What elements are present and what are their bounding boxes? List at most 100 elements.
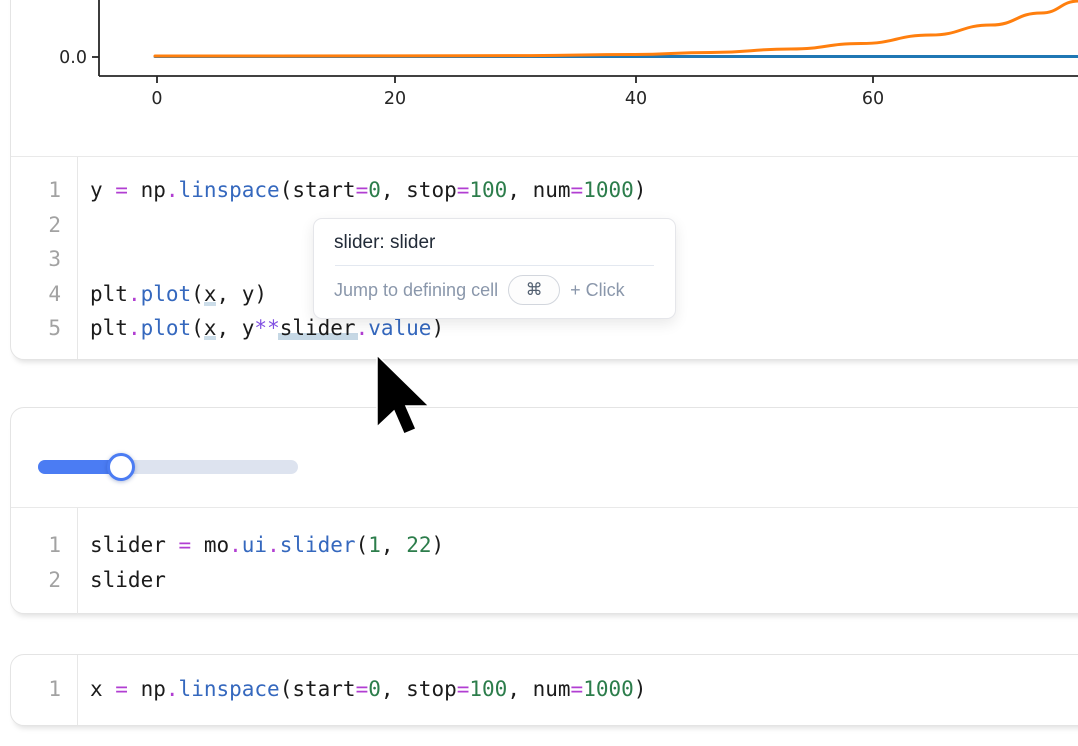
- cell2-editor[interactable]: 1slider = mo.ui.slider(1, 22)2slider: [11, 507, 1078, 614]
- code-token: , y: [216, 316, 254, 340]
- code-token: .: [229, 533, 242, 557]
- code-token: ): [431, 533, 444, 557]
- code-token: 0: [368, 178, 381, 202]
- code-token: ui: [242, 533, 267, 557]
- cell1-output-area: 0.0 0 20 40 60: [11, 0, 1078, 156]
- code-token: 1000: [583, 178, 634, 202]
- code-token: =: [571, 178, 584, 202]
- code-token: =: [571, 677, 584, 701]
- variable-tooltip: slider: slider Jump to defining cell ⌘ +…: [313, 218, 676, 319]
- svg-text:0: 0: [151, 89, 162, 109]
- code-token: 100: [469, 178, 507, 202]
- code-text[interactable]: x = np.linspace(start=0, stop=100, num=1…: [77, 672, 646, 707]
- code-text[interactable]: y = np.linspace(start=0, stop=100, num=1…: [77, 173, 646, 208]
- code-token: ,: [381, 533, 406, 557]
- code-text[interactable]: slider: [77, 563, 166, 598]
- code-token: np: [128, 677, 166, 701]
- code-token: plot: [141, 282, 192, 306]
- code-token: linspace: [179, 178, 280, 202]
- code-token: 1000: [583, 677, 634, 701]
- code-token: ): [634, 178, 647, 202]
- code-token: slider: [280, 533, 356, 557]
- matplotlib-figure: 0.0 0 20 40 60: [11, 0, 1078, 114]
- code-token: (start: [280, 677, 356, 701]
- code-token: **: [254, 316, 279, 340]
- code-token: 0: [368, 677, 381, 701]
- line-number: 3: [11, 242, 77, 277]
- code-line[interactable]: 1x = np.linspace(start=0, stop=100, num=…: [11, 672, 1078, 707]
- code-token[interactable]: x: [204, 316, 217, 340]
- cell3-editor[interactable]: 1x = np.linspace(start=0, stop=100, num=…: [11, 655, 1078, 725]
- code-token: (: [191, 282, 204, 306]
- hovered-variable-token[interactable]: slider: [278, 316, 358, 340]
- code-token: (: [356, 533, 369, 557]
- code-text[interactable]: [77, 208, 90, 243]
- code-token: linspace: [179, 677, 280, 701]
- code-token: =: [356, 677, 369, 701]
- cell-card-x: 1x = np.linspace(start=0, stop=100, num=…: [10, 654, 1078, 726]
- code-token: plot: [141, 316, 192, 340]
- code-token: .: [166, 178, 179, 202]
- tooltip-variable-name: slider: slider: [314, 219, 675, 265]
- code-token: ): [431, 316, 444, 340]
- slider-handle[interactable]: [107, 453, 135, 481]
- code-line[interactable]: 2 slider: [11, 563, 1078, 598]
- code-token: , stop: [381, 178, 457, 202]
- code-token: , y): [216, 282, 267, 306]
- code-token: , stop: [381, 677, 457, 701]
- code-token: .: [166, 677, 179, 701]
- code-token[interactable]: x: [204, 282, 217, 306]
- cmd-key-badge: ⌘: [508, 275, 560, 305]
- tooltip-jump-hint: Jump to defining cell ⌘ + Click: [314, 266, 675, 318]
- tooltip-click-label: + Click: [570, 280, 625, 301]
- code-token: plt: [90, 282, 128, 306]
- code-token: .: [128, 316, 141, 340]
- code-token: .: [356, 316, 369, 340]
- code-token: value: [368, 316, 431, 340]
- line-number: 4: [11, 277, 77, 312]
- code-token: slider: [90, 568, 166, 592]
- code-token: 100: [469, 677, 507, 701]
- cell-card-slider: 1slider = mo.ui.slider(1, 22)2slider: [10, 407, 1078, 614]
- code-text[interactable]: plt.plot(x, y): [77, 277, 267, 312]
- line-number: 5: [11, 311, 77, 346]
- code-token: slider: [90, 533, 179, 557]
- code-token: .: [128, 282, 141, 306]
- code-text[interactable]: slider = mo.ui.slider(1, 22): [77, 528, 444, 563]
- code-token: 1: [368, 533, 381, 557]
- code-token: ): [634, 677, 647, 701]
- svg-text:0.0: 0.0: [59, 48, 87, 68]
- slider-track[interactable]: [38, 460, 298, 474]
- slider-widget[interactable]: [38, 453, 298, 481]
- code-line[interactable]: 1slider = mo.ui.slider(1, 22): [11, 528, 1078, 563]
- code-token: 22: [406, 533, 431, 557]
- line-number: 1: [11, 173, 77, 208]
- code-token: =: [356, 178, 369, 202]
- svg-text:40: 40: [625, 89, 647, 109]
- code-line[interactable]: 1y = np.linspace(start=0, stop=100, num=…: [11, 173, 1078, 208]
- svg-text:20: 20: [384, 89, 406, 109]
- tooltip-action-label: Jump to defining cell: [334, 280, 498, 301]
- code-token: y: [90, 178, 115, 202]
- line-number: 1: [11, 528, 77, 563]
- notebook-page: 0.00204060 1y = np.linspace(start=0, sto…: [0, 0, 1078, 746]
- code-token: =: [115, 178, 128, 202]
- code-token: =: [115, 677, 128, 701]
- code-token: =: [179, 533, 192, 557]
- svg-text:60: 60: [862, 89, 884, 109]
- code-token: (start: [280, 178, 356, 202]
- line-number: 2: [11, 208, 77, 243]
- code-token: x: [90, 677, 115, 701]
- code-token: .: [267, 533, 280, 557]
- code-token: plt: [90, 316, 128, 340]
- code-token: , num: [507, 677, 570, 701]
- cell2-output-area: [11, 408, 1078, 507]
- code-text[interactable]: [77, 242, 90, 277]
- code-token: , num: [507, 178, 570, 202]
- line-number: 1: [11, 672, 77, 707]
- code-token: mo: [191, 533, 229, 557]
- code-token: np: [128, 178, 166, 202]
- code-token: =: [457, 677, 470, 701]
- line-number: 2: [11, 563, 77, 598]
- code-token: =: [457, 178, 470, 202]
